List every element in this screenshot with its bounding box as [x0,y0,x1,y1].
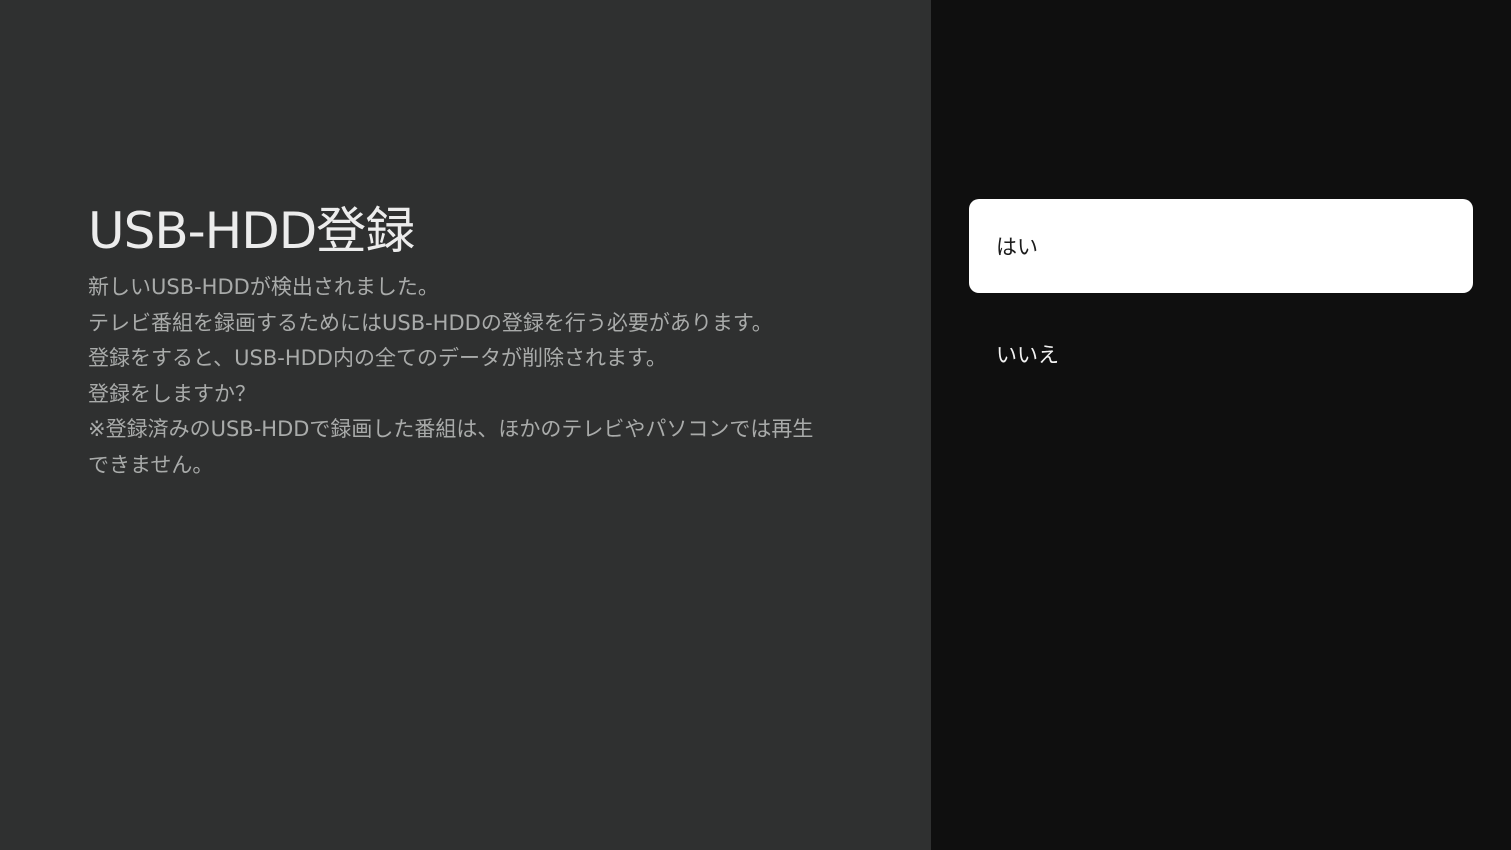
description-line: 登録をしますか？ [88,381,256,406]
options-panel [931,0,1511,850]
description-line: 新しいUSB-HDDが検出されました。 [88,275,439,299]
description-line: テレビ番組を録画するためにはUSB-HDDの登録を行う必要があります。 [88,310,773,335]
description-line: 登録をすると、USB-HDD内の全てのデータが削除されます。 [88,346,667,370]
dialog-title: USB-HDD登録 [88,202,415,260]
no-button-label: いいえ [996,343,1059,367]
dialog-description: 新しいUSB-HDDが検出されました。 テレビ番組を録画するためにはUSB-HD… [88,270,848,483]
no-button[interactable]: いいえ [969,307,1473,401]
message-panel: USB-HDD登録 新しいUSB-HDDが検出されました。 テレビ番組を録画する… [0,0,931,850]
yes-button-label: はい [996,235,1038,259]
usb-hdd-registration-screen: USB-HDD登録 新しいUSB-HDDが検出されました。 テレビ番組を録画する… [0,0,1511,850]
yes-button[interactable]: はい [969,199,1473,293]
description-line: ※登録済みのUSB-HDDで録画した番組は、ほかのテレビやパソコンでは再生 [88,417,814,441]
description-line: できません。 [88,452,214,477]
